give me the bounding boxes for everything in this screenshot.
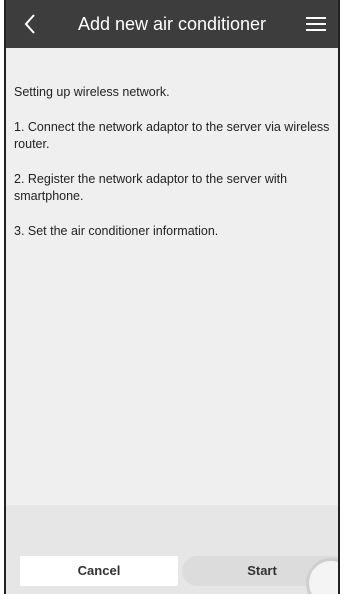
step-3-text: 3. Set the air conditioner information. (14, 224, 219, 238)
step-1-text: 1. Connect the network adaptor to the se… (14, 120, 330, 151)
menu-button[interactable] (304, 12, 328, 36)
cancel-button[interactable]: Cancel (20, 556, 178, 586)
hamburger-menu-icon (306, 17, 326, 31)
back-button[interactable] (16, 8, 44, 40)
app-screen: Add new air conditioner Setting up wirel… (4, 0, 340, 594)
step-2-text: 2. Register the network adaptor to the s… (14, 172, 288, 203)
chevron-left-icon (24, 14, 35, 34)
page-title: Add new air conditioner (77, 14, 267, 34)
instructions: Setting up wireless network. 1. Connect … (14, 84, 330, 258)
header-bar: Add new air conditioner (6, 0, 338, 48)
intro-text: Setting up wireless network. (14, 85, 170, 99)
